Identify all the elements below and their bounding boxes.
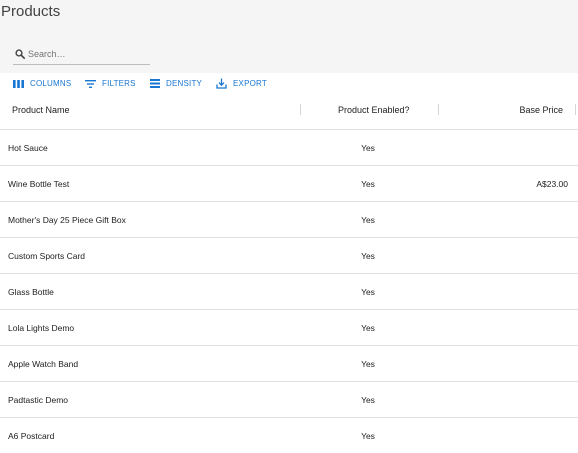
export-icon (216, 78, 227, 89)
product-enabled-cell: Yes (361, 287, 375, 297)
filters-button[interactable]: FILTERS (85, 77, 136, 90)
base-price-cell: A$23.00 (536, 179, 568, 189)
product-name-cell: Custom Sports Card (8, 251, 85, 261)
table-row[interactable]: Lola Lights Demo Yes (0, 310, 578, 346)
table-row[interactable]: Glass Bottle Yes (0, 274, 578, 310)
columns-icon (13, 79, 24, 88)
top-bar: Products (0, 0, 578, 73)
search-input[interactable] (28, 46, 146, 62)
density-button[interactable]: DENSITY (150, 77, 202, 90)
columns-button[interactable]: COLUMNS (13, 77, 71, 90)
filter-list-icon (85, 79, 96, 88)
product-name-cell: A6 Postcard (8, 431, 55, 441)
product-enabled-cell: Yes (361, 251, 375, 261)
table-row[interactable]: Wine Bottle Test Yes A$23.00 (0, 166, 578, 202)
column-separator[interactable] (438, 104, 439, 115)
table-row[interactable]: Hot Sauce Yes (0, 130, 578, 166)
export-button[interactable]: EXPORT (216, 77, 267, 90)
product-enabled-cell: Yes (361, 431, 375, 441)
column-separator[interactable] (300, 104, 301, 115)
page-title: Products (1, 3, 61, 20)
filters-label: FILTERS (102, 79, 136, 88)
column-separator[interactable] (575, 104, 576, 115)
product-enabled-cell: Yes (361, 359, 375, 369)
column-header-product-name[interactable]: Product Name (12, 104, 70, 116)
grid-header: Product Name Product Enabled? Base Price (0, 93, 578, 130)
product-name-cell: Padtastic Demo (8, 395, 68, 405)
product-enabled-cell: Yes (361, 215, 375, 225)
column-header-base-price[interactable]: Base Price (519, 104, 563, 116)
product-enabled-cell: Yes (361, 179, 375, 189)
columns-label: COLUMNS (30, 79, 72, 88)
table-row[interactable]: Mother's Day 25 Piece Gift Box Yes (0, 202, 578, 238)
density-label: DENSITY (166, 79, 203, 88)
grid-toolbar: COLUMNS FILTERS DENSITY EXPORT (0, 73, 578, 93)
product-enabled-cell: Yes (361, 143, 375, 153)
search-icon (15, 49, 25, 59)
table-row[interactable]: Padtastic Demo Yes (0, 382, 578, 418)
search-box[interactable] (13, 46, 150, 65)
column-header-product-enabled[interactable]: Product Enabled? (338, 104, 410, 116)
table-row[interactable]: Custom Sports Card Yes (0, 238, 578, 274)
product-name-cell: Wine Bottle Test (8, 179, 70, 189)
product-name-cell: Mother's Day 25 Piece Gift Box (8, 215, 126, 225)
product-name-cell: Hot Sauce (8, 143, 48, 153)
product-enabled-cell: Yes (361, 323, 375, 333)
product-name-cell: Lola Lights Demo (8, 323, 75, 333)
table-row[interactable]: Apple Watch Band Yes (0, 346, 578, 382)
product-name-cell: Glass Bottle (8, 287, 54, 297)
product-enabled-cell: Yes (361, 395, 375, 405)
export-label: EXPORT (233, 79, 267, 88)
density-icon (150, 79, 160, 88)
product-name-cell: Apple Watch Band (8, 359, 79, 369)
